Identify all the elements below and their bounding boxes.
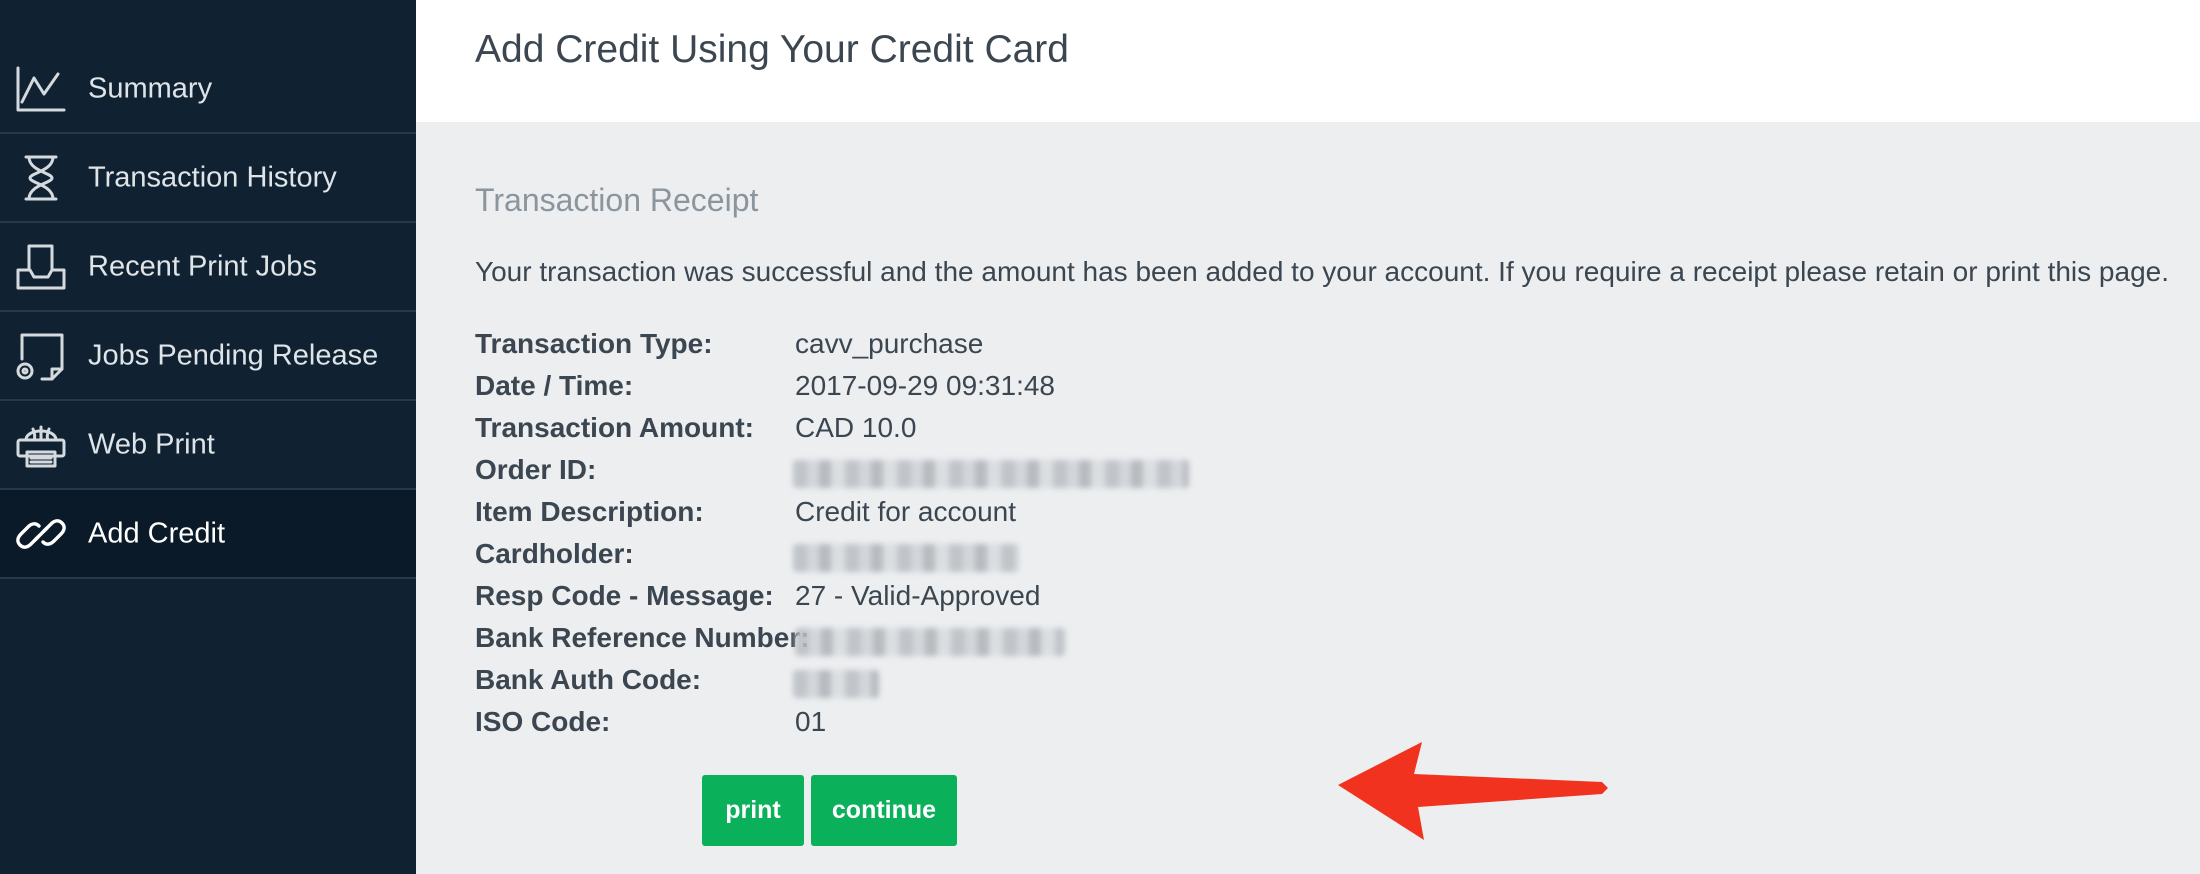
redacted-value <box>793 460 1189 488</box>
sidebar-item-web-print[interactable]: Web Print <box>0 401 416 490</box>
receipt-row-transaction-amount: Transaction Amount: CAD 10.0 <box>475 412 1475 454</box>
field-label: ISO Code: <box>475 706 611 737</box>
sidebar: Summary Transaction History Recent Print… <box>0 0 416 874</box>
field-value: 2017-09-29 09:31:48 <box>795 370 1055 401</box>
redacted-value <box>793 544 1019 572</box>
field-label: Bank Reference Number: <box>475 622 810 653</box>
redacted-value <box>793 670 879 698</box>
page-header: Add Credit Using Your Credit Card <box>416 0 2200 122</box>
receipt-row-bank-auth-code: Bank Auth Code: <box>475 664 1475 706</box>
field-label: Item Description: <box>475 496 704 527</box>
field-value: 27 - Valid-Approved <box>795 580 1041 611</box>
receipt-heading: Transaction Receipt <box>475 182 759 218</box>
field-label: Transaction Type: <box>475 328 713 359</box>
receipt-row-transaction-type: Transaction Type: cavv_purchase <box>475 328 1475 370</box>
sidebar-item-recent-print-jobs[interactable]: Recent Print Jobs <box>0 223 416 312</box>
printer-globe-icon <box>14 418 68 472</box>
hourglass-icon <box>14 151 68 205</box>
redacted-value <box>795 628 1065 656</box>
receipt-row-date-time: Date / Time: 2017-09-29 09:31:48 <box>475 370 1475 412</box>
sidebar-item-transaction-history[interactable]: Transaction History <box>0 134 416 223</box>
sidebar-item-summary[interactable]: Summary <box>0 45 416 134</box>
field-label: Order ID: <box>475 454 597 485</box>
main-content: Add Credit Using Your Credit Card Transa… <box>416 0 2200 874</box>
chart-line-icon <box>14 62 68 116</box>
sidebar-item-label: Jobs Pending Release <box>88 339 379 371</box>
tray-icon <box>14 240 68 294</box>
sidebar-item-add-credit[interactable]: Add Credit <box>0 490 416 579</box>
field-label: Cardholder: <box>475 538 634 569</box>
field-value: 01 <box>795 706 827 737</box>
annotation-arrow <box>1338 742 1608 840</box>
continue-button[interactable]: continue <box>811 775 957 846</box>
receipt-row-resp-code: Resp Code - Message: 27 - Valid-Approved <box>475 580 1475 622</box>
sidebar-item-jobs-pending-release[interactable]: Jobs Pending Release <box>0 312 416 401</box>
receipt-message: Your transaction was successful and the … <box>475 256 2169 287</box>
receipt-row-item-description: Item Description: Credit for account <box>475 496 1475 538</box>
sidebar-item-label: Web Print <box>88 428 215 460</box>
print-button[interactable]: print <box>702 775 804 846</box>
sidebar-item-label: Recent Print Jobs <box>88 250 317 282</box>
sidebar-item-label: Add Credit <box>88 517 226 549</box>
receipt-row-cardholder: Cardholder: <box>475 538 1475 580</box>
sidebar-item-label: Summary <box>88 72 213 104</box>
receipt-row-bank-reference-number: Bank Reference Number: <box>475 622 1475 664</box>
document-pending-icon <box>14 329 68 383</box>
receipt-row-iso-code: ISO Code: 01 <box>475 706 1475 748</box>
field-label: Bank Auth Code: <box>475 664 702 695</box>
field-label: Resp Code - Message: <box>475 580 774 611</box>
field-value: cavv_purchase <box>795 328 984 359</box>
page-title: Add Credit Using Your Credit Card <box>475 28 1069 71</box>
sidebar-item-label: Transaction History <box>88 161 337 193</box>
field-label: Transaction Amount: <box>475 412 754 443</box>
receipt-row-order-id: Order ID: <box>475 454 1475 496</box>
link-icon <box>14 507 68 561</box>
field-label: Date / Time: <box>475 370 634 401</box>
field-value: CAD 10.0 <box>795 412 917 443</box>
field-value: Credit for account <box>795 496 1016 527</box>
